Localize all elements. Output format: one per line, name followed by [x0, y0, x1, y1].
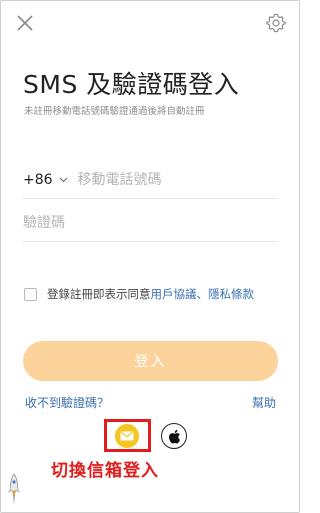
agreement-text: 登錄註冊即表示同意	[47, 287, 151, 301]
agreement-separator: 、	[196, 287, 209, 301]
mail-icon	[120, 431, 134, 441]
code-field-row	[23, 205, 278, 242]
page-title: SMS 及驗證碼登入	[23, 70, 240, 99]
no-code-link[interactable]: 收不到驗證碼？	[25, 394, 109, 411]
agreement-row: 登錄註冊即表示同意 用戶協議 、 隱私條款	[24, 286, 254, 302]
privacy-terms-link[interactable]: 隱私條款	[208, 286, 254, 302]
help-link[interactable]: 幫助	[252, 394, 276, 411]
login-screen: SMS 及驗證碼登入 未註冊移動電話號碼驗證通過後將自動註冊 +86 登錄註冊即…	[0, 0, 300, 513]
user-agreement-link[interactable]: 用戶協議	[151, 286, 197, 302]
phone-number-input[interactable]	[77, 172, 258, 188]
annotation-text: 切換信箱登入	[51, 461, 159, 481]
verification-code-input[interactable]	[23, 215, 273, 231]
apple-login-button[interactable]	[161, 423, 187, 449]
phone-field-row: +86	[23, 162, 278, 199]
gear-icon[interactable]	[265, 12, 287, 34]
chevron-down-icon	[59, 177, 67, 183]
rocket-icon	[7, 473, 21, 505]
close-icon[interactable]	[15, 13, 35, 33]
agreement-checkbox[interactable]	[24, 287, 37, 301]
login-button[interactable]: 登入	[23, 341, 278, 381]
email-login-button[interactable]	[115, 424, 139, 448]
country-code-label: +86	[23, 172, 53, 188]
apple-icon	[168, 429, 180, 443]
page-subtitle: 未註冊移動電話號碼驗證通過後將自動註冊	[24, 106, 205, 117]
country-code-selector[interactable]: +86	[23, 172, 68, 188]
